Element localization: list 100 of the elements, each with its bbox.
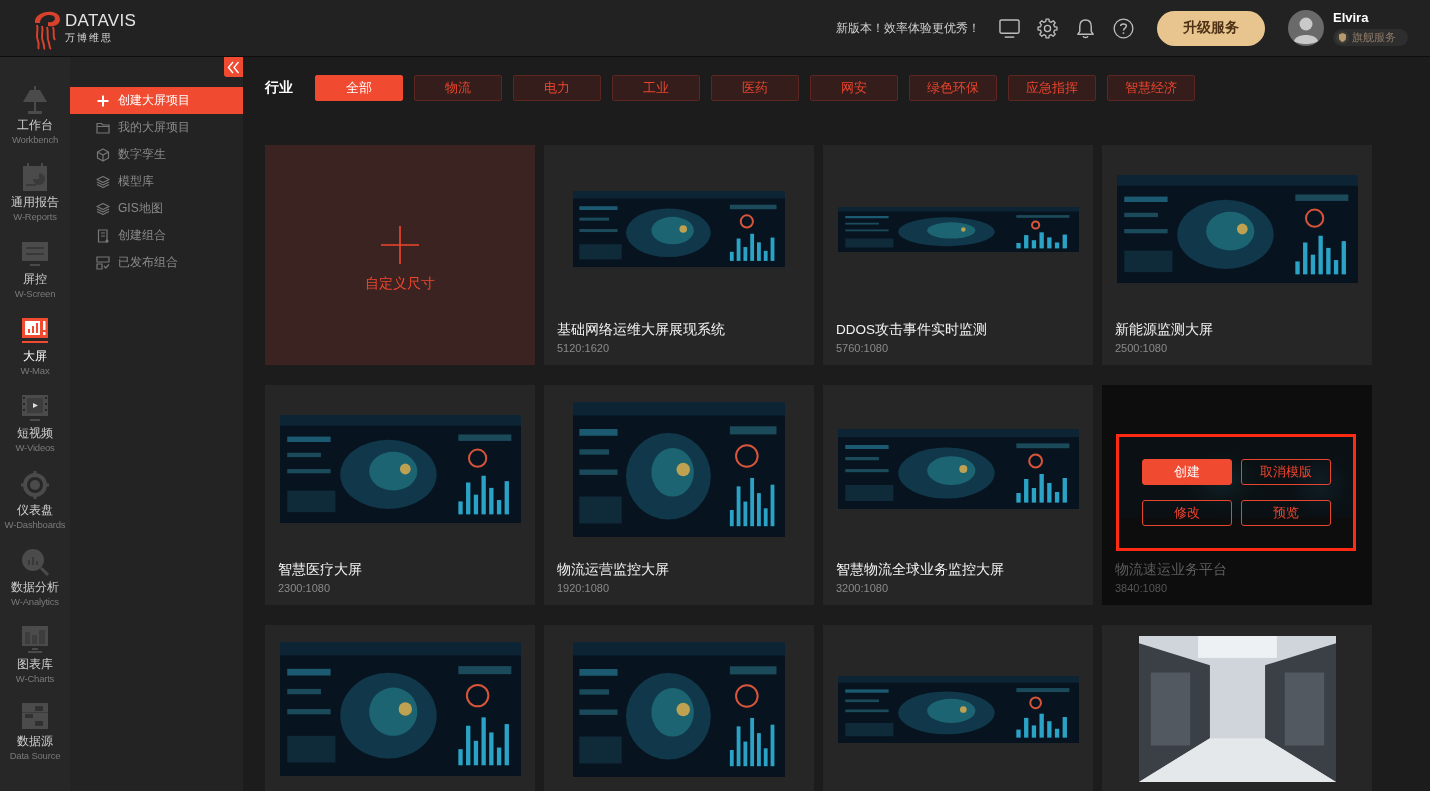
nav-item[interactable]: 工作台 Workbench (0, 85, 70, 162)
template-card[interactable]: DDOS攻击事件实时监测 5760:1080 (823, 145, 1093, 365)
card-title: 新能源监测大屏 (1115, 321, 1214, 339)
nav-sublabel: W-Analytics (11, 595, 59, 608)
template-card[interactable]: 新能源监测大屏 2500:1080 (1102, 145, 1372, 365)
shield-icon (1336, 31, 1349, 44)
logo-subtitle: 万博维思 (65, 32, 114, 44)
filter-tab[interactable]: 绿色环保 (909, 75, 997, 101)
layers-icon (96, 201, 110, 216)
template-card[interactable]: 智慧物流全球业务监控大屏 3200:1080 (823, 385, 1093, 605)
nav-label: 通用报告 (11, 194, 59, 210)
custom-size-card[interactable]: 自定义尺寸 (265, 145, 535, 365)
double-chevron-left-icon (227, 60, 240, 74)
membership-label: 旗舰服务 (1352, 30, 1396, 45)
nav-item[interactable]: 数据分析 W-Analytics (0, 547, 70, 624)
sidebar-item[interactable]: GIS地图 (70, 195, 243, 222)
nav-label: 图表库 (17, 656, 53, 672)
card-title: 智慧医疗大屏 (278, 561, 363, 579)
card-resolution: 5760:1080 (836, 341, 889, 355)
card-resolution: 3840:1080 (1115, 581, 1168, 595)
card-action-button[interactable]: 预览 (1240, 500, 1331, 526)
card-title: DDOS攻击事件实时监测 (836, 321, 988, 339)
plus-icon (96, 93, 110, 108)
nav-label: 大屏 (23, 348, 47, 364)
filter-tab[interactable]: 医药 (711, 75, 799, 101)
nav-item[interactable]: 图表库 W-Charts (0, 624, 70, 701)
nav-sublabel: W-Charts (15, 672, 55, 685)
document-icon (96, 228, 110, 243)
sidebar-item[interactable]: 模型库 (70, 168, 243, 195)
filter-label: 行业 (265, 79, 294, 97)
card-action-button[interactable]: 修改 (1141, 500, 1232, 526)
upgrade-button[interactable]: 升级服务 (1157, 10, 1265, 46)
nav-item[interactable]: 大屏 W-Max (0, 316, 70, 393)
folder-icon (96, 120, 110, 135)
sidebar-item[interactable]: 创建组合 (70, 222, 243, 249)
filter-tab[interactable]: 全部 (315, 75, 403, 101)
sidebar-item[interactable]: 我的大屏项目 (70, 114, 243, 141)
nav-item[interactable]: 数据源 Data Source (0, 701, 70, 778)
nav-sublabel: Workbench (11, 133, 59, 146)
monitor-icon (20, 239, 50, 269)
card-resolution: 5120:1620 (557, 341, 610, 355)
user-name: Elvira (1333, 10, 1370, 26)
card-label: 自定义尺寸 (365, 275, 435, 293)
template-card[interactable]: 物流运营监控大屏 1920:1080 (544, 385, 814, 605)
target-icon (20, 470, 50, 500)
nav-sublabel: W-Videos (15, 441, 55, 454)
plus-icon (381, 226, 419, 264)
template-card[interactable] (1102, 625, 1372, 791)
filter-tab[interactable]: 智慧经济 (1107, 75, 1195, 101)
nav-item[interactable]: 仪表盘 W-Dashboards (0, 470, 70, 547)
sidebar-item[interactable]: 数字孪生 (70, 141, 243, 168)
nav-sublabel: W-Dashboards (4, 518, 66, 531)
template-card[interactable]: 智慧医疗大屏 2300:1080 (265, 385, 535, 605)
nav-sublabel: W-Reports (13, 210, 57, 223)
nav-label: 数据源 (17, 733, 53, 749)
card-title: 基础网络运维大屏展现系统 (557, 321, 726, 339)
filter-tab[interactable]: 应急指挥 (1008, 75, 1096, 101)
nav-sublabel: Data Source (9, 749, 61, 762)
nav-label: 数据分析 (11, 579, 59, 595)
user-avatar-icon[interactable] (1288, 10, 1324, 46)
nav-sublabel: W-Screen (14, 287, 56, 300)
card-title: 物流运营监控大屏 (557, 561, 670, 579)
settings-icon[interactable] (1037, 17, 1058, 39)
data-blocks-icon (20, 701, 50, 731)
magnifier-chart-icon (20, 547, 50, 577)
collapse-button[interactable] (224, 57, 243, 77)
nav-label: 屏控 (23, 271, 47, 287)
filter-tab[interactable]: 工业 (612, 75, 700, 101)
bell-icon[interactable] (1075, 17, 1096, 39)
help-icon[interactable] (1113, 17, 1134, 39)
nav-item[interactable]: 通用报告 W-Reports (0, 162, 70, 239)
nav-label: 工作台 (17, 117, 53, 133)
nav-sublabel: W-Max (20, 364, 50, 377)
logo-name: DATAVIS (65, 12, 137, 30)
card-action-button[interactable]: 创建 (1141, 459, 1232, 485)
layout-check-icon (96, 255, 110, 270)
nav-label: 仪表盘 (17, 502, 53, 518)
nav-label: 短视频 (17, 425, 53, 441)
template-card[interactable]: 物流速运业务平台 3840:1080 创建 取消模版 修改 预览 (1102, 385, 1372, 605)
layers-icon (96, 174, 110, 189)
nav-item[interactable]: 屏控 W-Screen (0, 239, 70, 316)
card-action-button[interactable]: 取消模版 (1240, 459, 1331, 485)
card-resolution: 2300:1080 (278, 581, 331, 595)
filter-tab[interactable]: 电力 (513, 75, 601, 101)
card-resolution: 3200:1080 (836, 581, 889, 595)
desk-lamp-icon (20, 85, 50, 115)
card-resolution: 1920:1080 (557, 581, 610, 595)
card-resolution: 2500:1080 (1115, 341, 1168, 355)
monitor-icon[interactable] (999, 17, 1020, 39)
nav-item[interactable]: 短视频 W-Videos (0, 393, 70, 470)
filter-tab[interactable]: 物流 (414, 75, 502, 101)
filter-tab[interactable]: 网安 (810, 75, 898, 101)
template-card[interactable]: 基础网络运维大屏展现系统 5120:1620 (544, 145, 814, 365)
calendar-report-icon (20, 162, 50, 192)
sidebar-item[interactable]: 已发布组合 (70, 249, 243, 276)
cube-icon (96, 147, 110, 162)
sidebar-item[interactable]: 创建大屏项目 (70, 87, 243, 114)
card-title: 智慧物流全球业务监控大屏 (836, 561, 1005, 579)
bar-chart-icon (20, 316, 50, 346)
template-card[interactable] (265, 625, 535, 791)
